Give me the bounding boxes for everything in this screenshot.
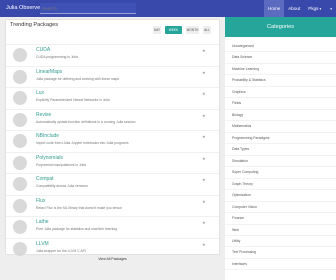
trending-packages-card: Trending Packages DAY WEEK MONTH ALL CUDA CU… <box>6 20 219 261</box>
package-list: CUDA CUDA programming in Julia ★ LinearMaps… <box>6 44 219 259</box>
package-avatar <box>13 220 27 234</box>
package-name[interactable]: CUDA <box>36 47 50 53</box>
top-app-bar: Julia Observer HomeAboutPkgs▾▾ <box>0 0 336 17</box>
package-row[interactable]: Lux Explicitly Parameterized Neural Netwo… <box>6 87 219 109</box>
star-icon: ★ <box>202 69 206 75</box>
package-row[interactable]: Flux Relax! Flux is the ML library that d… <box>6 194 219 217</box>
period-toggle: DAY WEEK MONTH ALL <box>153 26 211 34</box>
category-item[interactable]: Text Processing <box>225 247 336 259</box>
package-description: Automatically update function definition… <box>36 119 136 124</box>
category-item[interactable]: Web <box>225 225 336 236</box>
category-item[interactable]: Biology <box>225 110 336 122</box>
star-icon: ★ <box>202 220 206 225</box>
category-item[interactable]: Simulation <box>225 156 336 168</box>
package-description: Polynomial manipulations in Julia <box>36 162 86 167</box>
package-avatar <box>13 48 27 62</box>
top-nav: Home About Pkgs▾ ▾ <box>263 0 336 17</box>
package-name[interactable]: Revise <box>36 112 51 118</box>
nav-item-home[interactable]: Home <box>263 0 285 17</box>
star-icon: ★ <box>202 177 206 182</box>
package-name[interactable]: LLVM <box>36 241 49 247</box>
package-avatar <box>13 69 27 84</box>
star-icon: ★ <box>202 134 206 139</box>
category-item[interactable]: Super Computing <box>225 167 336 179</box>
package-avatar <box>13 241 27 256</box>
package-avatar <box>13 198 27 213</box>
chevron-down-icon: ▾ <box>330 7 332 11</box>
page-title: Trending Packages <box>10 22 58 28</box>
view-all-packages-link[interactable]: View All Packages <box>6 257 219 267</box>
package-name[interactable]: Lux <box>36 90 44 96</box>
package-description: import code from IJulia Jupyter notebook… <box>36 141 129 145</box>
category-item[interactable]: Optimization <box>225 190 336 202</box>
card-header: Trending Packages DAY WEEK MONTH ALL <box>6 20 219 40</box>
package-description: Compatibility across Julia versions <box>36 184 88 188</box>
categories-panel: Categories Uncategorized Data Science Mach… <box>225 17 336 280</box>
package-description: CUDA programming in Julia <box>36 55 78 59</box>
search-box[interactable] <box>40 3 136 14</box>
nav-item-about[interactable]: About <box>284 0 304 17</box>
nav-item-more[interactable]: ▾ <box>325 0 336 17</box>
package-row[interactable]: Lathe Pure Julia package for statistics a… <box>6 216 219 238</box>
category-item[interactable]: Graphics <box>225 87 336 99</box>
nav-item-label: About <box>288 6 301 11</box>
category-item[interactable]: Graph Theory <box>225 179 336 191</box>
period-button-day[interactable]: DAY <box>153 26 161 34</box>
star-icon: ★ <box>202 91 206 96</box>
package-description: Julia package for defining and working w… <box>36 76 120 81</box>
period-button-month[interactable]: MONTH <box>186 26 199 34</box>
chevron-down-icon: ▾ <box>319 7 322 11</box>
star-icon: ★ <box>202 155 206 161</box>
package-row[interactable]: Revise Automatically update function defi… <box>6 108 219 131</box>
category-item[interactable]: Data Science <box>225 52 336 64</box>
package-row[interactable]: LLVM Julia wrapper for the LLVM C API ★ <box>6 237 219 260</box>
package-row[interactable]: NBInclude import code from IJulia Jupyter… <box>6 130 219 152</box>
package-row[interactable]: Compat Compatibility across Julia version… <box>6 173 219 195</box>
categories-header: Categories <box>225 17 336 37</box>
package-description: Explicitly Parameterized Neural Networks… <box>36 98 110 102</box>
category-item[interactable]: Machine Learning <box>225 64 336 76</box>
package-name[interactable]: NBInclude <box>36 133 59 139</box>
category-item[interactable]: Uncategorized <box>225 41 336 53</box>
package-row[interactable]: CUDA CUDA programming in Julia ★ <box>6 44 219 66</box>
category-item[interactable]: Utility <box>225 236 336 248</box>
category-item[interactable]: Data Types <box>225 144 336 156</box>
star-icon: ★ <box>202 198 206 204</box>
package-description: Pure Julia package for statistics and ma… <box>36 227 118 231</box>
nav-item-pkgs[interactable]: Pkgs▾ <box>304 0 325 17</box>
package-name[interactable]: Flux <box>36 198 45 204</box>
package-row[interactable]: LinearMaps Julia package for defining and… <box>6 65 219 88</box>
category-item[interactable]: Interfaces <box>225 259 336 271</box>
package-description: Relax! Flux is the ML library that doesn… <box>36 205 123 210</box>
package-name[interactable]: Polynomials <box>36 155 63 161</box>
star-icon: ★ <box>202 241 206 247</box>
category-item[interactable]: Probability & Statistics <box>225 75 336 87</box>
categories-list: Uncategorized Data Science Machine Learnin… <box>225 41 336 271</box>
package-description: Julia wrapper for the LLVM C API <box>36 248 86 253</box>
package-avatar <box>13 134 27 148</box>
package-name[interactable]: Lathe <box>36 219 49 225</box>
nav-item-label: Pkgs <box>308 6 319 11</box>
package-avatar <box>13 91 27 105</box>
star-icon: ★ <box>202 112 206 118</box>
category-item[interactable]: Fields <box>225 98 336 110</box>
package-avatar <box>13 177 27 191</box>
package-avatar <box>13 112 27 127</box>
nav-item-label: Home <box>267 6 281 11</box>
package-name[interactable]: Compat <box>36 176 54 182</box>
brand-logo[interactable]: Julia Observer <box>6 5 42 11</box>
category-item[interactable]: Mathematics <box>225 121 336 133</box>
package-name[interactable]: LinearMaps <box>36 69 62 75</box>
category-item[interactable]: Finance <box>225 213 336 225</box>
category-item[interactable]: Computer Vision <box>225 202 336 214</box>
package-row[interactable]: Polynomials Polynomial manipulations in J… <box>6 151 219 174</box>
star-icon: ★ <box>202 48 206 53</box>
period-button-week[interactable]: WEEK <box>165 26 182 34</box>
category-item[interactable]: Programming Paradigms <box>225 133 336 145</box>
period-button-all[interactable]: ALL <box>203 26 211 34</box>
search-input[interactable] <box>40 3 136 13</box>
package-avatar <box>13 155 27 170</box>
